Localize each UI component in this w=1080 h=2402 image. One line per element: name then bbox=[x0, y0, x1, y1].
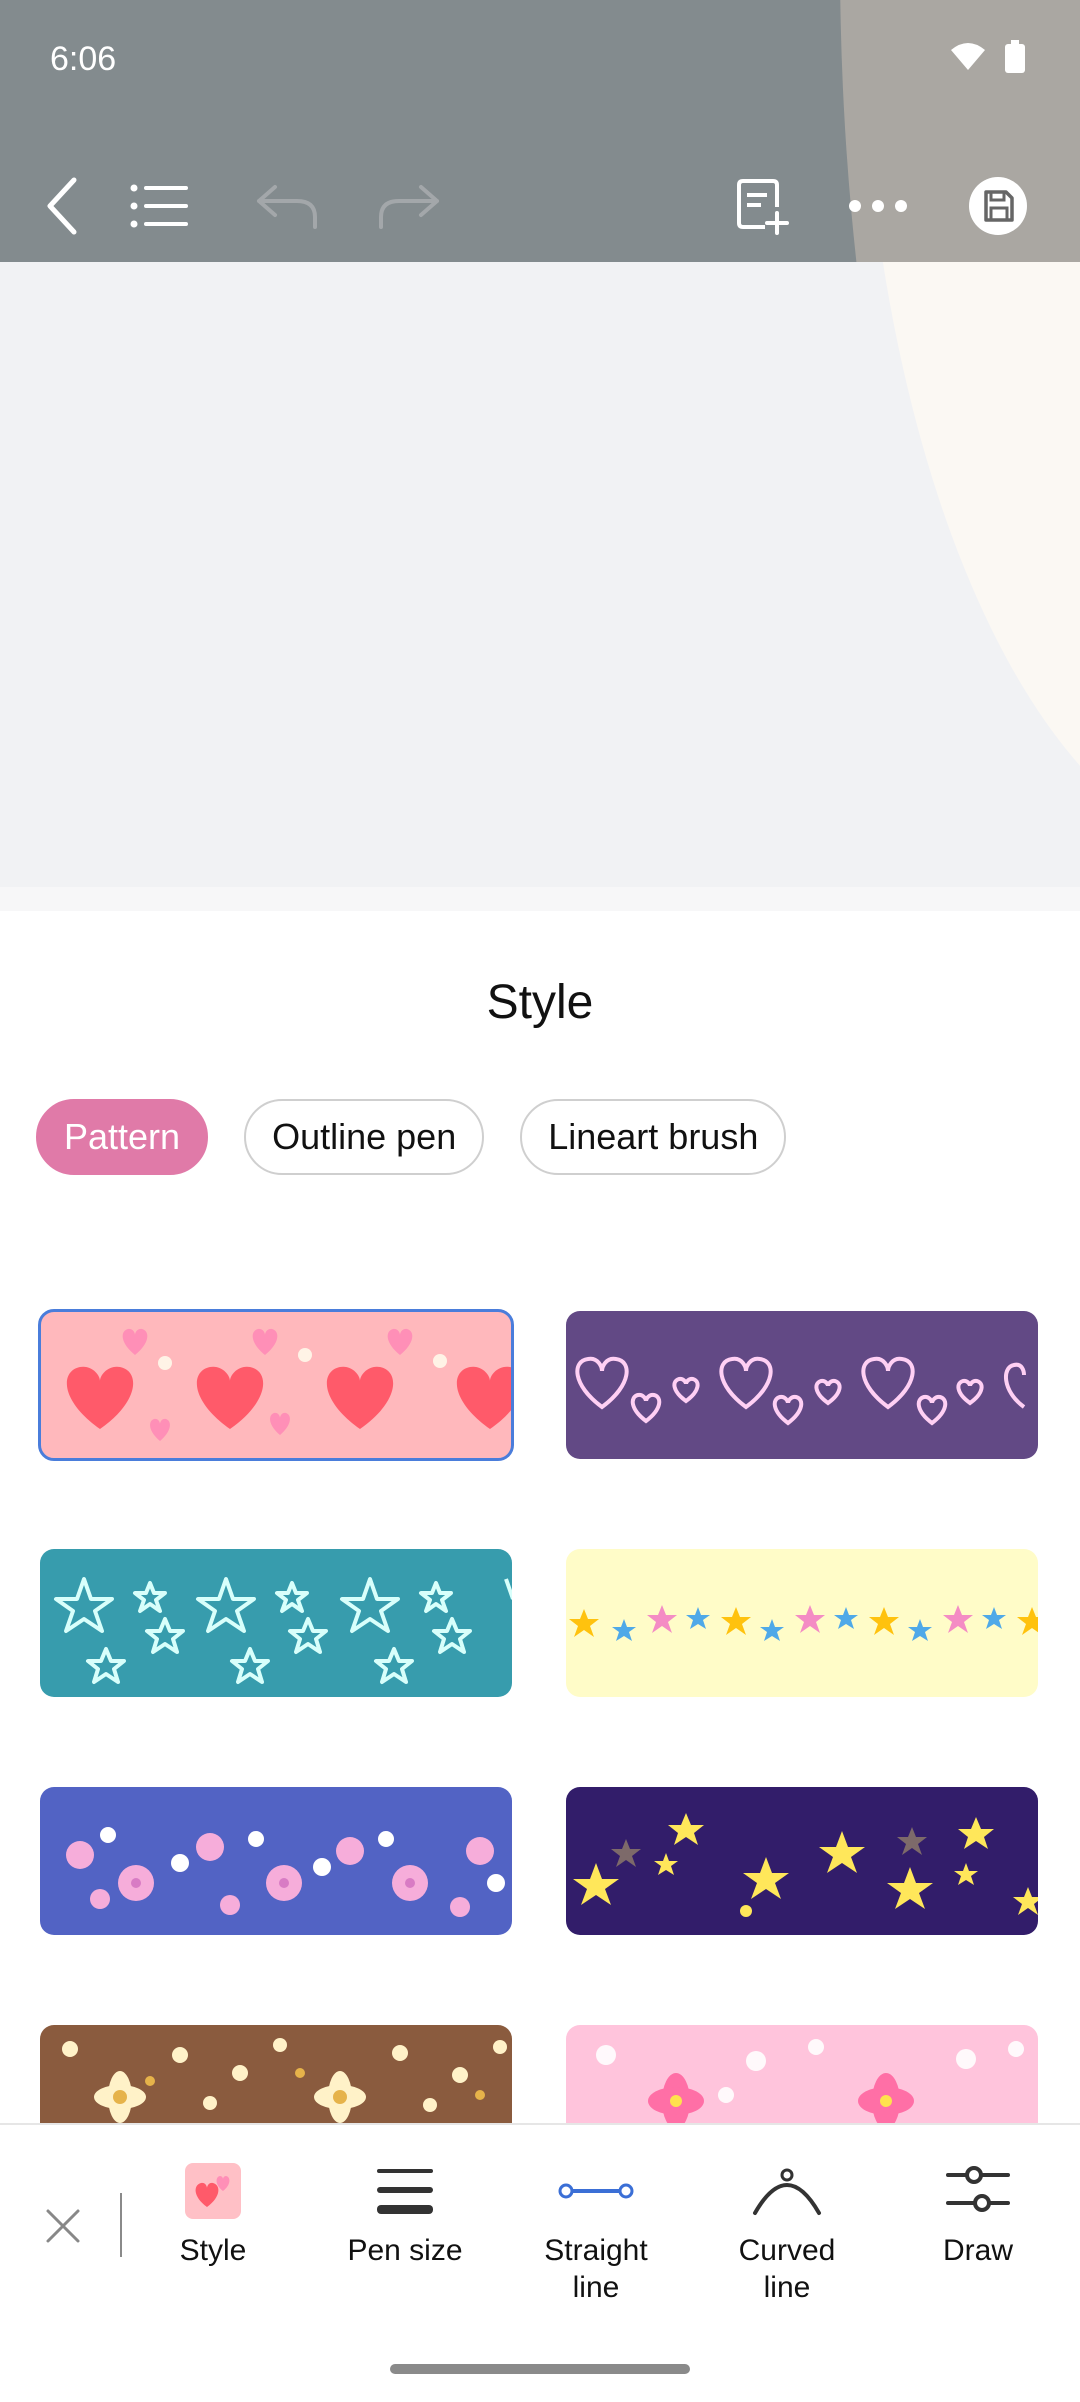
redo-icon bbox=[379, 185, 439, 229]
close-icon bbox=[46, 2209, 80, 2243]
sheet-title: Style bbox=[486, 976, 594, 1029]
tool-pen-size-label: Pen size bbox=[347, 2234, 463, 2267]
bottom-toolbar: Style Pen size Straight line Curved line bbox=[0, 2123, 1080, 2402]
gold-star-pattern bbox=[573, 1813, 1038, 1917]
tab-outline-pen[interactable]: Outline pen bbox=[244, 1099, 485, 1175]
pattern-tile-sakura-blue[interactable] bbox=[40, 1787, 512, 1935]
more-icon bbox=[849, 200, 907, 212]
pattern-tile-pastel-stars[interactable] bbox=[566, 1549, 1038, 1697]
undo-button[interactable] bbox=[250, 170, 322, 242]
save-button[interactable] bbox=[962, 170, 1034, 242]
back-icon bbox=[47, 177, 77, 235]
top-bar: 6:06 bbox=[0, 0, 1080, 262]
style-icon bbox=[185, 2163, 241, 2219]
tool-draw[interactable]: Draw bbox=[893, 2163, 1063, 2269]
home-indicator[interactable] bbox=[390, 2364, 690, 2374]
close-button[interactable] bbox=[38, 2201, 88, 2251]
draw-icon bbox=[946, 2166, 1010, 2212]
pastel-star-pattern bbox=[569, 1605, 1038, 1641]
pattern-tile-pink-hearts[interactable] bbox=[38, 1309, 514, 1461]
tab-pattern[interactable]: Pattern bbox=[36, 1099, 209, 1175]
curved-line-icon bbox=[753, 2168, 821, 2215]
style-sheet: Style Pattern Outline pen Lineart brush bbox=[0, 911, 1080, 2123]
tool-straight-line[interactable]: Straight line bbox=[511, 2163, 681, 2306]
battery-icon bbox=[1005, 40, 1025, 73]
pattern-tile-gold-stars[interactable] bbox=[566, 1787, 1038, 1935]
pink-flower-pattern bbox=[596, 2039, 1024, 2123]
redo-button[interactable] bbox=[374, 170, 446, 242]
neon-star-pattern bbox=[54, 1577, 512, 1684]
tool-style[interactable]: Style bbox=[128, 2163, 298, 2269]
pattern-tile-neon-hearts[interactable] bbox=[566, 1311, 1038, 1459]
sheet-divider bbox=[0, 887, 1080, 911]
list-icon bbox=[130, 184, 188, 228]
more-button[interactable] bbox=[842, 170, 914, 242]
wifi-icon bbox=[951, 43, 985, 70]
sakura-pattern bbox=[66, 1827, 505, 1917]
tool-curved-line-label: Curved line bbox=[738, 2234, 836, 2304]
new-page-button[interactable] bbox=[726, 170, 798, 242]
tool-draw-label: Draw bbox=[942, 2234, 1013, 2267]
pen-size-icon bbox=[377, 2169, 433, 2214]
straight-line-icon bbox=[558, 2183, 634, 2199]
background-shape bbox=[860, 262, 1080, 862]
list-button[interactable] bbox=[124, 170, 196, 242]
tool-curved-line[interactable]: Curved line bbox=[702, 2163, 872, 2306]
neon-heart-pattern bbox=[575, 1356, 1026, 1426]
heart-pattern bbox=[66, 1328, 512, 1441]
tool-pen-size[interactable]: Pen size bbox=[320, 2163, 490, 2269]
new-page-icon bbox=[737, 179, 789, 235]
save-icon bbox=[969, 177, 1027, 235]
undo-icon bbox=[257, 185, 317, 229]
tab-lineart-brush[interactable]: Lineart brush bbox=[520, 1099, 787, 1175]
drawing-canvas[interactable] bbox=[0, 262, 1080, 887]
status-icons bbox=[950, 40, 1026, 74]
flower-pattern bbox=[62, 2038, 507, 2123]
tool-style-label: Style bbox=[179, 2234, 247, 2267]
status-time: 6:06 bbox=[50, 40, 117, 78]
style-tabs: Pattern Outline pen Lineart brush bbox=[36, 1099, 787, 1175]
back-button[interactable] bbox=[26, 170, 98, 242]
pattern-tile-neon-stars[interactable] bbox=[40, 1549, 512, 1697]
tool-straight-line-label: Straight line bbox=[544, 2234, 648, 2304]
pattern-tile-pink-flowers[interactable] bbox=[566, 2025, 1038, 2123]
pattern-tile-white-flowers[interactable] bbox=[40, 2025, 512, 2123]
toolbar-divider bbox=[120, 2193, 122, 2257]
